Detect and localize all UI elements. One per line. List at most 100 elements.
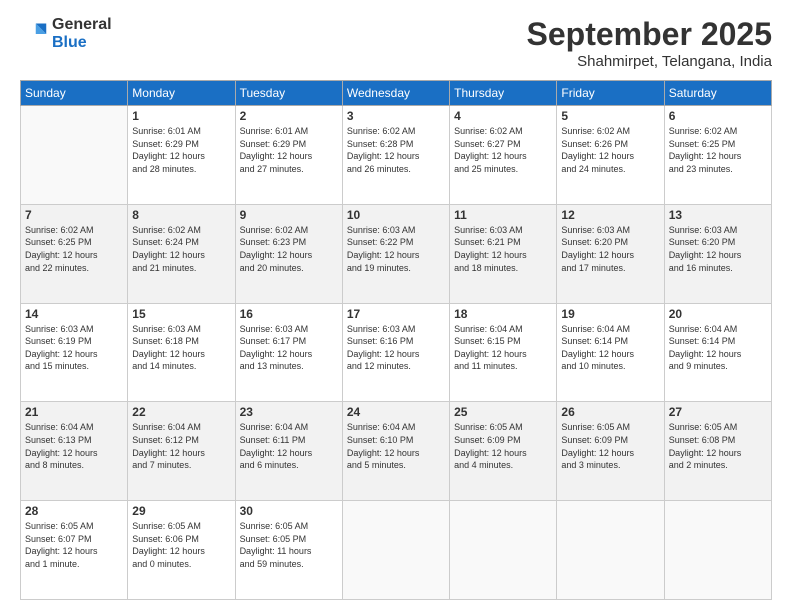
day-cell: 18 Sunrise: 6:04 AM Sunset: 6:15 PM Dayli… — [450, 303, 557, 402]
day-info: Sunrise: 6:04 AM Sunset: 6:14 PM Dayligh… — [561, 323, 659, 373]
logo-icon — [20, 20, 48, 48]
month-title: September 2025 — [527, 16, 772, 53]
col-thursday: Thursday — [450, 81, 557, 106]
day-number: 18 — [454, 307, 552, 321]
day-cell — [557, 501, 664, 600]
day-info: Sunrise: 6:02 AM Sunset: 6:26 PM Dayligh… — [561, 125, 659, 175]
day-cell: 27 Sunrise: 6:05 AM Sunset: 6:08 PM Dayli… — [664, 402, 771, 501]
day-info: Sunrise: 6:04 AM Sunset: 6:13 PM Dayligh… — [25, 421, 123, 471]
day-number: 25 — [454, 405, 552, 419]
day-number: 30 — [240, 504, 338, 518]
logo: General Blue — [20, 16, 112, 51]
day-cell: 8 Sunrise: 6:02 AM Sunset: 6:24 PM Daylig… — [128, 204, 235, 303]
day-info: Sunrise: 6:04 AM Sunset: 6:15 PM Dayligh… — [454, 323, 552, 373]
day-info: Sunrise: 6:03 AM Sunset: 6:22 PM Dayligh… — [347, 224, 445, 274]
day-number: 11 — [454, 208, 552, 222]
day-cell: 25Sunrise: 6:05 AM Sunset: 6:09 PM Dayli… — [450, 402, 557, 501]
day-info: Sunrise: 6:01 AM Sunset: 6:29 PM Dayligh… — [132, 125, 230, 175]
day-info: Sunrise: 6:01 AM Sunset: 6:29 PM Dayligh… — [240, 125, 338, 175]
day-cell: 12 Sunrise: 6:03 AM Sunset: 6:20 PM Dayli… — [557, 204, 664, 303]
day-info: Sunrise: 6:05 AM Sunset: 6:05 PM Dayligh… — [240, 520, 338, 570]
day-info: Sunrise: 6:03 AM Sunset: 6:20 PM Dayligh… — [669, 224, 767, 274]
day-number: 28 — [25, 504, 123, 518]
day-number: 19 — [561, 307, 659, 321]
day-cell: 13 Sunrise: 6:03 AM Sunset: 6:20 PM Dayli… — [664, 204, 771, 303]
day-number: 9 — [240, 208, 338, 222]
week-row-2: 7 Sunrise: 6:02 AM Sunset: 6:25 PM Daylig… — [21, 204, 772, 303]
day-cell: 7 Sunrise: 6:02 AM Sunset: 6:25 PM Daylig… — [21, 204, 128, 303]
subtitle: Shahmirpet, Telangana, India — [527, 53, 772, 70]
day-cell: 5 Sunrise: 6:02 AM Sunset: 6:26 PM Daylig… — [557, 106, 664, 205]
day-cell: 14 Sunrise: 6:03 AM Sunset: 6:19 PM Dayli… — [21, 303, 128, 402]
day-number: 24 — [347, 405, 445, 419]
day-number: 5 — [561, 109, 659, 123]
day-number: 14 — [25, 307, 123, 321]
day-info: Sunrise: 6:02 AM Sunset: 6:28 PM Dayligh… — [347, 125, 445, 175]
day-number: 27 — [669, 405, 767, 419]
day-cell: 21 Sunrise: 6:04 AM Sunset: 6:13 PM Dayli… — [21, 402, 128, 501]
day-cell: 19 Sunrise: 6:04 AM Sunset: 6:14 PM Dayli… — [557, 303, 664, 402]
logo-text: General Blue — [52, 16, 112, 51]
day-number: 8 — [132, 208, 230, 222]
day-cell — [21, 106, 128, 205]
day-cell: 11 Sunrise: 6:03 AM Sunset: 6:21 PM Dayli… — [450, 204, 557, 303]
day-number: 10 — [347, 208, 445, 222]
day-number: 20 — [669, 307, 767, 321]
day-info: Sunrise: 6:02 AM Sunset: 6:25 PM Dayligh… — [25, 224, 123, 274]
day-number: 3 — [347, 109, 445, 123]
day-cell: 26 Sunrise: 6:05 AM Sunset: 6:09 PM Dayli… — [557, 402, 664, 501]
week-row-3: 14 Sunrise: 6:03 AM Sunset: 6:19 PM Dayli… — [21, 303, 772, 402]
day-number: 22 — [132, 405, 230, 419]
week-row-1: 1Sunrise: 6:01 AM Sunset: 6:29 PM Daylig… — [21, 106, 772, 205]
day-info: Sunrise: 6:04 AM Sunset: 6:11 PM Dayligh… — [240, 421, 338, 471]
day-number: 21 — [25, 405, 123, 419]
day-number: 26 — [561, 405, 659, 419]
day-info: Sunrise: 6:03 AM Sunset: 6:19 PM Dayligh… — [25, 323, 123, 373]
day-cell: 20Sunrise: 6:04 AM Sunset: 6:14 PM Dayli… — [664, 303, 771, 402]
day-cell: 22 Sunrise: 6:04 AM Sunset: 6:12 PM Dayli… — [128, 402, 235, 501]
day-number: 16 — [240, 307, 338, 321]
day-number: 7 — [25, 208, 123, 222]
day-cell: 6Sunrise: 6:02 AM Sunset: 6:25 PM Daylig… — [664, 106, 771, 205]
day-info: Sunrise: 6:03 AM Sunset: 6:16 PM Dayligh… — [347, 323, 445, 373]
day-cell: 16 Sunrise: 6:03 AM Sunset: 6:17 PM Dayli… — [235, 303, 342, 402]
day-number: 29 — [132, 504, 230, 518]
day-cell: 2Sunrise: 6:01 AM Sunset: 6:29 PM Daylig… — [235, 106, 342, 205]
day-info: Sunrise: 6:03 AM Sunset: 6:21 PM Dayligh… — [454, 224, 552, 274]
day-cell — [450, 501, 557, 600]
col-wednesday: Wednesday — [342, 81, 449, 106]
day-number: 6 — [669, 109, 767, 123]
day-cell: 1Sunrise: 6:01 AM Sunset: 6:29 PM Daylig… — [128, 106, 235, 205]
day-info: Sunrise: 6:04 AM Sunset: 6:12 PM Dayligh… — [132, 421, 230, 471]
day-info: Sunrise: 6:05 AM Sunset: 6:09 PM Dayligh… — [561, 421, 659, 471]
day-cell: 9Sunrise: 6:02 AM Sunset: 6:23 PM Daylig… — [235, 204, 342, 303]
header-row: Sunday Monday Tuesday Wednesday Thursday… — [21, 81, 772, 106]
day-cell: 30 Sunrise: 6:05 AM Sunset: 6:05 PM Dayli… — [235, 501, 342, 600]
day-info: Sunrise: 6:05 AM Sunset: 6:08 PM Dayligh… — [669, 421, 767, 471]
day-cell — [664, 501, 771, 600]
day-number: 15 — [132, 307, 230, 321]
header: General Blue September 2025 Shahmirpet, … — [20, 16, 772, 70]
day-cell: 4 Sunrise: 6:02 AM Sunset: 6:27 PM Daylig… — [450, 106, 557, 205]
day-info: Sunrise: 6:03 AM Sunset: 6:20 PM Dayligh… — [561, 224, 659, 274]
day-cell: 15Sunrise: 6:03 AM Sunset: 6:18 PM Dayli… — [128, 303, 235, 402]
day-number: 12 — [561, 208, 659, 222]
day-info: Sunrise: 6:02 AM Sunset: 6:27 PM Dayligh… — [454, 125, 552, 175]
day-info: Sunrise: 6:04 AM Sunset: 6:10 PM Dayligh… — [347, 421, 445, 471]
day-number: 13 — [669, 208, 767, 222]
week-row-4: 21 Sunrise: 6:04 AM Sunset: 6:13 PM Dayli… — [21, 402, 772, 501]
col-friday: Friday — [557, 81, 664, 106]
col-sunday: Sunday — [21, 81, 128, 106]
day-cell — [342, 501, 449, 600]
title-block: September 2025 Shahmirpet, Telangana, In… — [527, 16, 772, 70]
day-number: 23 — [240, 405, 338, 419]
day-cell: 10 Sunrise: 6:03 AM Sunset: 6:22 PM Dayli… — [342, 204, 449, 303]
day-cell: 28Sunrise: 6:05 AM Sunset: 6:07 PM Dayli… — [21, 501, 128, 600]
day-info: Sunrise: 6:05 AM Sunset: 6:06 PM Dayligh… — [132, 520, 230, 570]
day-number: 4 — [454, 109, 552, 123]
day-info: Sunrise: 6:03 AM Sunset: 6:17 PM Dayligh… — [240, 323, 338, 373]
page: General Blue September 2025 Shahmirpet, … — [0, 0, 792, 612]
day-number: 17 — [347, 307, 445, 321]
day-info: Sunrise: 6:02 AM Sunset: 6:24 PM Dayligh… — [132, 224, 230, 274]
col-monday: Monday — [128, 81, 235, 106]
